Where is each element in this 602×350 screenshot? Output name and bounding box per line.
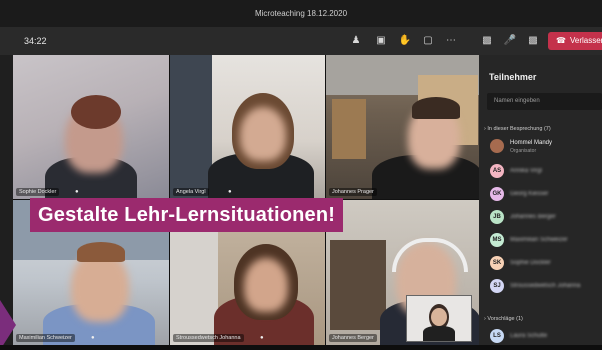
participant-name: Laura Schulte <box>510 333 548 339</box>
participant-organizer[interactable]: Hommel Mandy Organisator <box>488 137 600 157</box>
camera-icon[interactable]: ▩ <box>480 34 494 48</box>
video-tile[interactable]: Johannes Berger <box>326 200 479 345</box>
breakout-rooms-icon[interactable]: ▢ <box>421 34 435 48</box>
chat-icon[interactable]: ▣ <box>374 34 388 48</box>
avatar: MS <box>490 233 504 247</box>
more-options-icon[interactable]: ⋯ <box>444 34 458 48</box>
participants-icon[interactable]: ♟ <box>349 34 363 48</box>
avatar: LS <box>490 329 504 343</box>
panel-title: Teilnehmer <box>489 72 537 82</box>
window-title: Microteaching 18.12.2020 <box>254 9 348 18</box>
avatar: JB <box>490 210 504 224</box>
microphone-icon[interactable]: 🎤 <box>503 34 517 48</box>
search-placeholder: Namen eingeben <box>494 98 540 104</box>
avatar: SJ <box>490 279 504 293</box>
phone-hangup-icon: ☎ <box>556 36 566 45</box>
raise-hand-icon[interactable]: ✋ <box>398 34 412 48</box>
leave-button[interactable]: ☎ Verlassen <box>548 32 602 50</box>
participant-list-item[interactable]: GK Georg Kiesser <box>488 185 600 205</box>
section-suggestions[interactable]: › Vorschläge (1) <box>484 316 523 322</box>
section-in-meeting[interactable]: › In dieser Besprechung (7) <box>484 126 551 132</box>
search-input[interactable]: Namen eingeben <box>487 93 602 110</box>
taskbar <box>0 345 602 350</box>
avatar: SK <box>490 256 504 270</box>
participant-list-item[interactable]: MS Maximilian Schweizer <box>488 231 600 251</box>
participant-list-item[interactable]: JB Johannes Berger <box>488 208 600 228</box>
participant-name-label: Sophie Dockler <box>16 188 60 196</box>
participant-name: Georg Kiesser <box>510 191 549 197</box>
participant-name: Hommel Mandy <box>510 140 553 146</box>
participant-name: Stroussedwetsch Johanna <box>510 283 581 289</box>
participant-name-label: Angela Virgl <box>173 188 209 196</box>
mic-muted-icon: ● <box>228 189 232 195</box>
video-tile[interactable]: Angela Virgl ● <box>170 55 325 199</box>
meeting-toolbar: 34:22 ♟ ▣ ✋ ▢ ⋯ ▩ 🎤 ▩ <box>0 27 602 55</box>
section-label: Vorschläge (1) <box>487 316 523 322</box>
participant-name-label: Maximilian Schweizer <box>16 334 75 342</box>
self-view-thumbnail <box>406 295 472 342</box>
chevron-down-icon: › <box>484 316 486 322</box>
leave-label: Verlassen <box>569 36 602 45</box>
participant-list-item[interactable]: AS Annika Virgl <box>488 162 600 182</box>
video-tile[interactable]: Sophie Dockler ● <box>13 55 169 199</box>
participants-panel: Teilnehmer Namen eingeben › In dieser Be… <box>479 55 602 345</box>
participant-list-item[interactable]: SK Sophie Dockler <box>488 254 600 274</box>
participant-name: Sophie Dockler <box>510 260 551 266</box>
caption-banner: Gestalte Lehr-Lernsituationen! <box>30 198 344 232</box>
chevron-down-icon: › <box>484 126 486 132</box>
participant-role: Organisator <box>510 148 537 154</box>
participant-name-label: Stroussedwetsch Johanna <box>173 334 244 342</box>
participant-name: Johannes Berger <box>510 214 556 220</box>
participant-list-item[interactable]: LS Laura Schulte <box>488 327 600 347</box>
participant-name-label: Johannes Berger <box>329 334 377 342</box>
mic-muted-icon: ● <box>91 335 95 341</box>
avatar: AS <box>490 164 504 178</box>
mic-muted-icon: ● <box>75 189 79 195</box>
mic-muted-icon: ● <box>260 335 264 341</box>
decorative-shape <box>0 300 16 350</box>
participant-name: Maximilian Schweizer <box>510 237 568 243</box>
section-label: In dieser Besprechung (7) <box>487 126 551 132</box>
participant-list-item[interactable]: SJ Stroussedwetsch Johanna <box>488 277 600 297</box>
avatar: GK <box>490 187 504 201</box>
title-bar: Microteaching 18.12.2020 <box>0 0 602 27</box>
avatar <box>490 139 504 153</box>
meeting-timer: 34:22 <box>24 36 47 46</box>
share-screen-icon[interactable]: ▩ <box>526 34 540 48</box>
participant-name: Annika Virgl <box>510 168 542 174</box>
video-tile[interactable]: Johannes Prager <box>326 55 479 199</box>
participant-name-label: Johannes Prager <box>329 188 377 196</box>
